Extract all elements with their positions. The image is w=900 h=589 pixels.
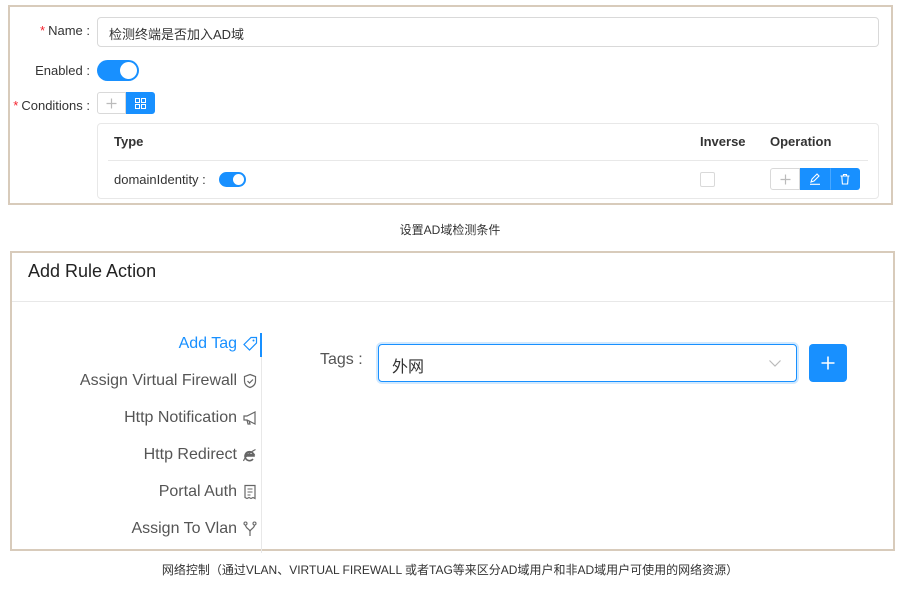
condition-switch[interactable] <box>219 172 246 187</box>
inverse-checkbox[interactable] <box>700 172 715 187</box>
conditions-label: * Conditions : <box>13 98 90 113</box>
add-sub-condition-button[interactable] <box>770 168 800 190</box>
table-divider <box>108 160 868 161</box>
tags-select[interactable]: 外网 <box>378 344 797 382</box>
caption-ad-condition: 设置AD域检测条件 <box>399 223 501 237</box>
add-tag-button[interactable] <box>809 344 847 382</box>
condition-type: domainIdentity : <box>114 172 206 187</box>
switch-knob <box>233 174 244 185</box>
required-mark: * <box>13 98 19 113</box>
menu-item-http-redirect[interactable]: Http Redirect <box>144 446 258 464</box>
menu-item-http-notification[interactable]: Http Notification <box>124 409 258 427</box>
rule-action-panel: Add Rule Action Add Tag Assign Virtual F… <box>10 251 895 553</box>
required-mark: * <box>40 23 46 38</box>
menu-item-assign-to-vlan[interactable]: Assign To Vlan <box>131 520 258 538</box>
header-inverse: Inverse <box>700 134 746 149</box>
chevron-down-icon <box>768 356 782 375</box>
megaphone-icon <box>242 410 258 426</box>
edit-condition-button[interactable] <box>800 168 830 190</box>
ie-icon <box>242 447 258 463</box>
enabled-switch[interactable] <box>97 60 139 81</box>
menu-active-indicator <box>260 333 262 357</box>
name-input[interactable]: 检测终端是否加入AD域 <box>97 17 879 47</box>
fork-icon <box>242 521 258 537</box>
plus-icon <box>821 356 835 370</box>
menu-divider <box>261 333 262 553</box>
panel-title: Add Rule Action <box>28 261 157 281</box>
add-condition-button[interactable] <box>97 92 126 114</box>
receipt-icon <box>242 484 258 500</box>
plus-icon <box>780 174 790 184</box>
menu-item-add-tag[interactable]: Add Tag <box>179 335 258 353</box>
edit-icon <box>810 173 820 185</box>
trash-icon <box>840 173 850 185</box>
operation-button-group <box>770 168 860 190</box>
enabled-label: Enabled : <box>35 63 90 78</box>
switch-knob <box>120 62 137 79</box>
tag-icon <box>242 336 258 352</box>
conditions-button-group <box>97 92 155 114</box>
rule-form-panel: * Name : 检测终端是否加入AD域 Enabled : * Condition… <box>8 5 893 205</box>
menu-item-portal-auth[interactable]: Portal Auth <box>159 483 258 501</box>
header-operation: Operation <box>770 134 832 149</box>
plus-icon <box>106 98 117 108</box>
title-divider <box>12 301 893 302</box>
tags-selected-value: 外网 <box>392 359 425 376</box>
conditions-table: Type Inverse Operation domainIdentity : <box>97 123 879 199</box>
menu-item-assign-virtual-firewall[interactable]: Assign Virtual Firewall <box>80 372 258 390</box>
shield-icon <box>242 373 258 389</box>
grid-icon <box>135 97 146 109</box>
add-condition-group-button[interactable] <box>126 92 155 114</box>
caption-network-control: 网络控制（通过VLAN、VIRTUAL FIREWALL 或者TAG等来区分AD… <box>161 563 739 577</box>
header-type: Type <box>114 134 144 149</box>
name-label: * Name : <box>40 23 90 38</box>
tags-label: Tags : <box>320 351 363 368</box>
delete-condition-button[interactable] <box>830 168 860 190</box>
